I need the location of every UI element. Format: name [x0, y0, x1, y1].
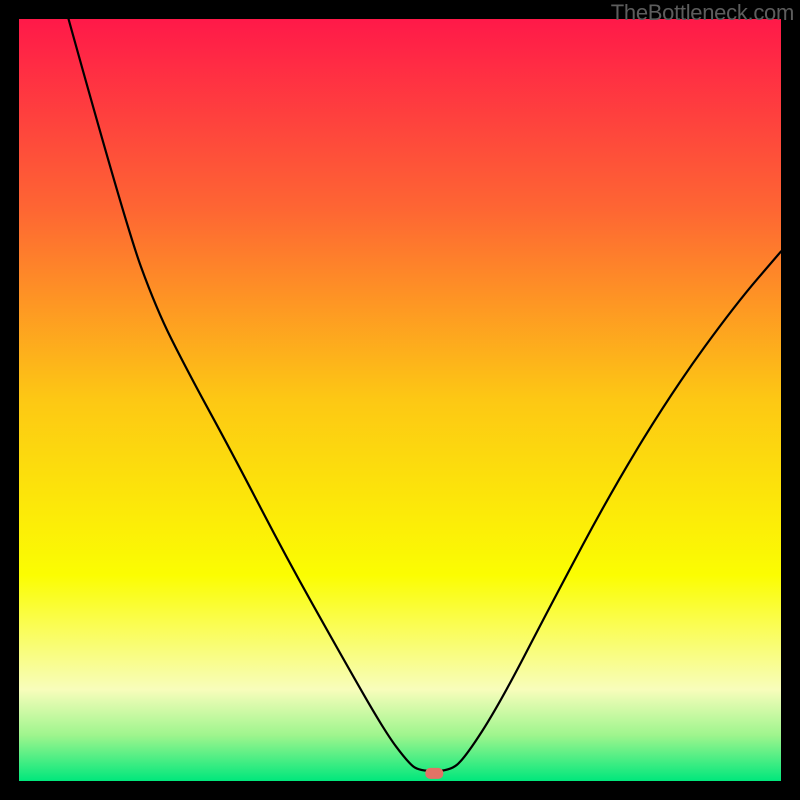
- plot-area: [19, 19, 781, 781]
- chart-frame: TheBottleneck.com: [0, 0, 800, 800]
- watermark-text: TheBottleneck.com: [611, 0, 794, 26]
- chart-background: [19, 19, 781, 781]
- chart-svg: [19, 19, 781, 781]
- marker-point: [425, 768, 443, 779]
